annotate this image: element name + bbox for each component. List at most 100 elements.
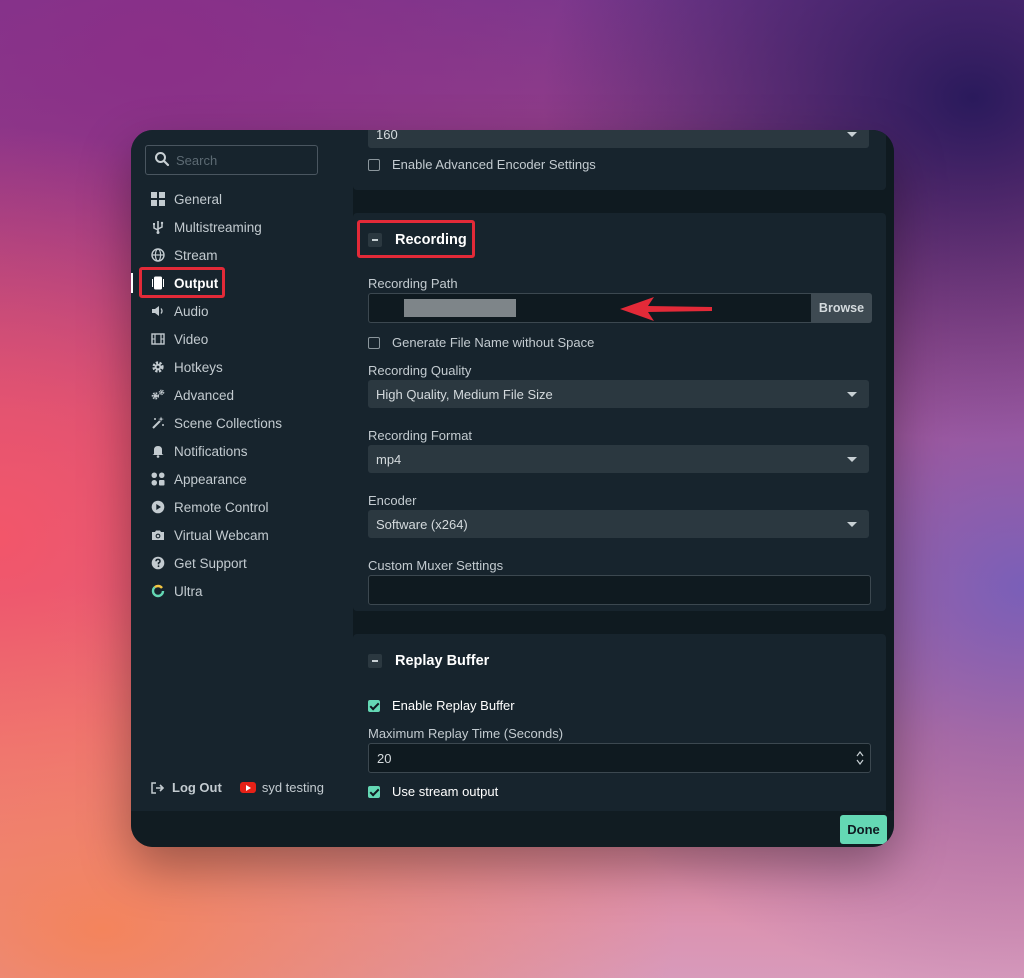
use-stream-output-checkbox[interactable]: Use stream output bbox=[368, 784, 498, 799]
muxer-input[interactable] bbox=[368, 575, 871, 605]
sidebar-item-label: Appearance bbox=[174, 471, 247, 487]
replay-buffer-header[interactable]: Replay Buffer bbox=[368, 653, 489, 669]
replay-buffer-section: Replay Buffer Enable Replay Buffer Maxim… bbox=[353, 634, 886, 811]
search-input[interactable] bbox=[174, 150, 314, 170]
chevron-down-icon bbox=[847, 132, 857, 137]
annotation-arrow bbox=[620, 297, 712, 321]
sidebar-item-advanced[interactable]: Advanced bbox=[131, 381, 353, 409]
sidebar-footer: Log Out syd testing bbox=[151, 780, 324, 795]
chevron-down-icon bbox=[847, 522, 857, 527]
sidebar-item-label: Ultra bbox=[174, 583, 203, 599]
sidebar-item-get-support[interactable]: Get Support bbox=[131, 549, 353, 577]
logout-label: Log Out bbox=[172, 780, 222, 795]
logout-button[interactable]: Log Out bbox=[151, 780, 222, 795]
checkbox-box bbox=[368, 336, 380, 349]
collapse-icon[interactable] bbox=[368, 233, 382, 247]
gear-icon bbox=[151, 360, 165, 374]
sidebar-item-stream[interactable]: Stream bbox=[131, 241, 353, 269]
enable-replay-checkbox[interactable]: Enable Replay Buffer bbox=[368, 698, 515, 713]
recording-path-input[interactable] bbox=[368, 293, 812, 323]
play-circle-icon bbox=[151, 500, 165, 514]
recording-path-label: Recording Path bbox=[368, 276, 458, 291]
settings-window: General Multistreaming Stream Output Aud… bbox=[131, 130, 894, 847]
sidebar-item-label: Remote Control bbox=[174, 499, 269, 515]
max-replay-time-value: 20 bbox=[377, 750, 392, 766]
recording-format-select[interactable]: mp4 bbox=[368, 445, 869, 473]
sidebar-item-label: Get Support bbox=[174, 555, 247, 571]
sidebar-item-label: Multistreaming bbox=[174, 219, 262, 235]
wand-icon bbox=[151, 416, 165, 430]
camera-icon bbox=[151, 528, 165, 542]
sidebar-item-label: Hotkeys bbox=[174, 359, 223, 375]
chevron-down-icon bbox=[847, 392, 857, 397]
sidebar-item-general[interactable]: General bbox=[131, 185, 353, 213]
recording-section: Recording Recording Path Browse Generate… bbox=[353, 213, 886, 611]
section-title: Replay Buffer bbox=[395, 653, 490, 669]
no-space-checkbox[interactable]: Generate File Name without Space bbox=[368, 335, 594, 350]
redacted-path bbox=[404, 299, 516, 317]
advanced-encoder-label: Enable Advanced Encoder Settings bbox=[392, 157, 596, 172]
sidebar-item-audio[interactable]: Audio bbox=[131, 297, 353, 325]
sidebar-item-label: Video bbox=[174, 331, 209, 347]
search-icon bbox=[155, 152, 170, 167]
youtube-icon bbox=[239, 782, 256, 793]
enable-replay-label: Enable Replay Buffer bbox=[392, 698, 515, 713]
logout-icon bbox=[151, 781, 165, 794]
bitrate-select[interactable]: 160 bbox=[368, 130, 869, 148]
usb-fork-icon bbox=[151, 220, 165, 234]
sidebar-item-remote-control[interactable]: Remote Control bbox=[131, 493, 353, 521]
recording-header[interactable]: Recording bbox=[368, 232, 467, 248]
recording-quality-select[interactable]: High Quality, Medium File Size bbox=[368, 380, 869, 408]
palette-icon bbox=[151, 472, 165, 486]
active-indicator bbox=[131, 273, 133, 293]
max-replay-time-label: Maximum Replay Time (Seconds) bbox=[368, 726, 564, 741]
sidebar-item-appearance[interactable]: Appearance bbox=[131, 465, 353, 493]
sidebar-item-hotkeys[interactable]: Hotkeys bbox=[131, 353, 353, 381]
recording-format-label: Recording Format bbox=[368, 428, 473, 443]
sidebar-item-notifications[interactable]: Notifications bbox=[131, 437, 353, 465]
film-icon bbox=[151, 332, 165, 346]
sidebar-item-label: Virtual Webcam bbox=[174, 527, 269, 543]
muxer-label: Custom Muxer Settings bbox=[368, 558, 504, 573]
bottom-bar bbox=[131, 811, 894, 847]
sidebar-item-label: Advanced bbox=[174, 387, 235, 403]
search-box[interactable] bbox=[145, 145, 318, 175]
sidebar-item-video[interactable]: Video bbox=[131, 325, 353, 353]
sidebar-item-label: General bbox=[174, 191, 223, 207]
settings-content: 160 Enable Advanced Encoder Settings Rec… bbox=[353, 130, 894, 811]
chevron-down-icon bbox=[847, 457, 857, 462]
bell-icon bbox=[151, 444, 165, 458]
globe-icon bbox=[151, 248, 165, 262]
sidebar-nav: General Multistreaming Stream Output Aud… bbox=[131, 185, 353, 605]
account-info[interactable]: syd testing bbox=[239, 780, 324, 795]
sidebar-item-ultra[interactable]: Ultra bbox=[131, 577, 353, 605]
encoder-value: Software (x264) bbox=[376, 516, 468, 532]
sidebar-item-output[interactable]: Output bbox=[131, 267, 353, 298]
encoder-card: 160 Enable Advanced Encoder Settings bbox=[353, 130, 886, 190]
section-title: Recording bbox=[395, 232, 467, 248]
sidebar-item-multistreaming[interactable]: Multistreaming bbox=[131, 213, 353, 241]
collapse-icon[interactable] bbox=[368, 654, 382, 668]
account-name: syd testing bbox=[261, 780, 324, 795]
sidebar-item-label: Scene Collections bbox=[174, 415, 283, 431]
gears-icon bbox=[151, 388, 165, 402]
browse-button[interactable]: Browse bbox=[811, 293, 872, 323]
spinner-icon[interactable] bbox=[856, 750, 864, 766]
done-button[interactable]: Done bbox=[840, 815, 887, 844]
bitrate-value: 160 bbox=[376, 130, 398, 142]
encoder-label: Encoder bbox=[368, 493, 417, 508]
checkbox-box bbox=[368, 158, 380, 171]
help-circle-icon bbox=[151, 556, 165, 570]
sidebar-item-scene-collections[interactable]: Scene Collections bbox=[131, 409, 353, 437]
checkbox-box bbox=[368, 699, 380, 712]
speaker-icon bbox=[151, 304, 165, 318]
encoder-select[interactable]: Software (x264) bbox=[368, 510, 869, 538]
recording-quality-value: High Quality, Medium File Size bbox=[376, 386, 553, 402]
advanced-encoder-checkbox[interactable]: Enable Advanced Encoder Settings bbox=[368, 157, 596, 172]
sidebar-item-label: Stream bbox=[174, 247, 218, 263]
no-space-label: Generate File Name without Space bbox=[392, 335, 595, 350]
sidebar-item-label: Audio bbox=[174, 303, 209, 319]
max-replay-time-input[interactable]: 20 bbox=[368, 743, 871, 773]
ultra-ring-icon bbox=[151, 584, 165, 598]
sidebar-item-virtual-webcam[interactable]: Virtual Webcam bbox=[131, 521, 353, 549]
